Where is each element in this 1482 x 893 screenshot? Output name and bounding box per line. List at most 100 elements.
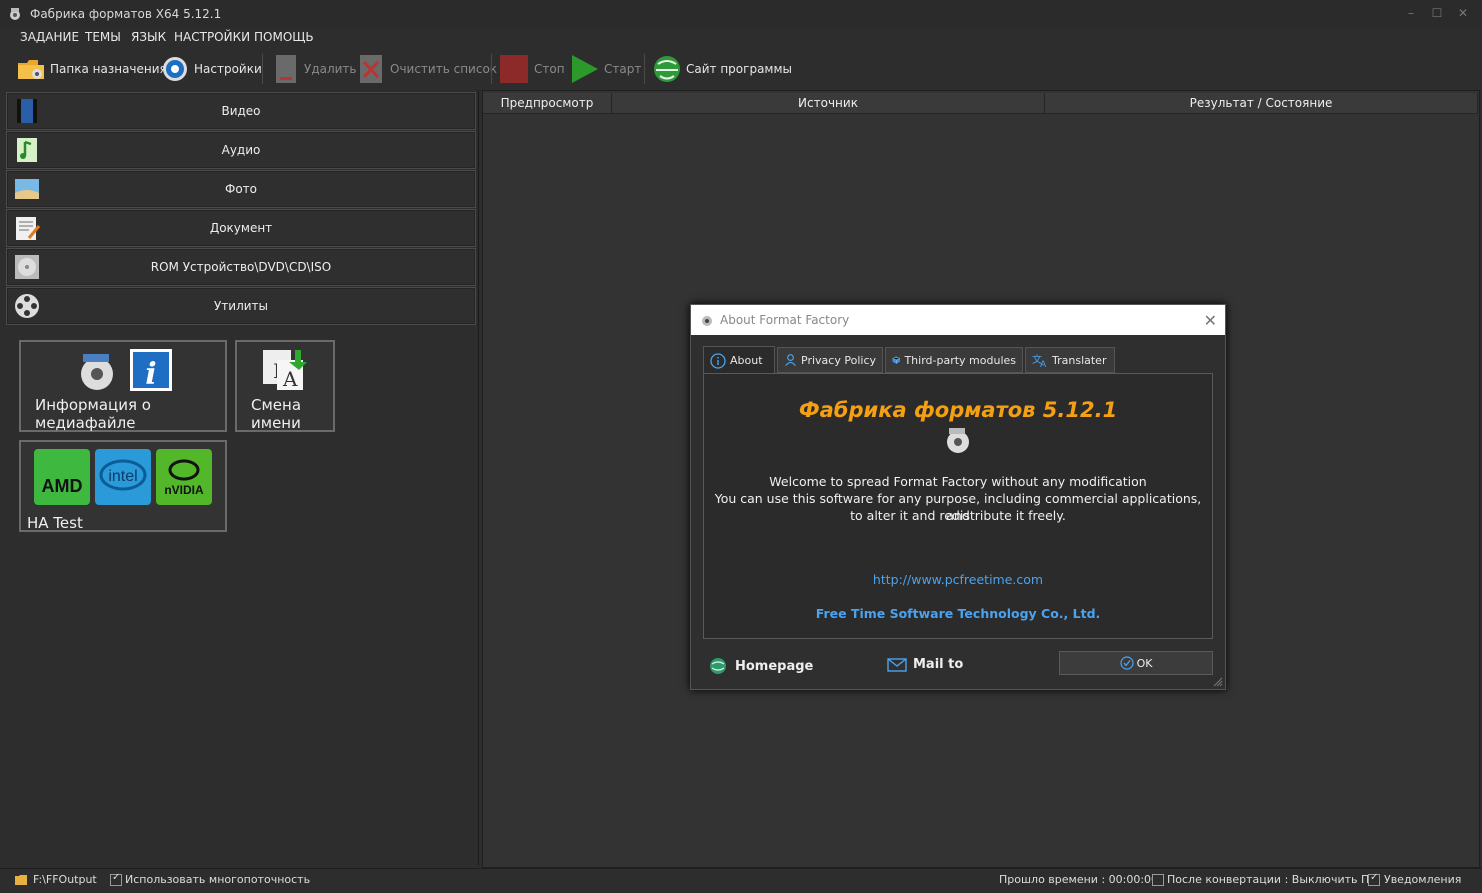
nvidia-logo-text: nVIDIA xyxy=(164,483,204,497)
dest-folder-label: Папка назначения xyxy=(50,62,167,76)
homepage-label: Homepage xyxy=(735,658,814,674)
tab-translater[interactable]: 文A Translater xyxy=(1025,347,1115,373)
rename-icon: B A xyxy=(263,350,307,391)
format-factory-logo-icon xyxy=(947,428,969,453)
after-convert-checkbox[interactable] xyxy=(1152,874,1164,886)
column-preview-label: Предпросмотр xyxy=(500,96,594,110)
category-document[interactable]: Документ xyxy=(6,209,476,247)
about-content: Фабрика форматов 5.12.1 Welcome to sprea… xyxy=(703,373,1213,639)
ok-button[interactable]: OK xyxy=(1059,651,1213,675)
toolbar-separator xyxy=(262,54,263,84)
category-rom[interactable]: ROM Устройство\DVD\CD\ISO xyxy=(6,248,476,286)
ha-test-tile[interactable]: AMD intel nVIDIA HA Test xyxy=(19,440,227,532)
nvidia-icon: nVIDIA xyxy=(156,449,212,505)
user-icon xyxy=(785,354,796,367)
notifications-label: Уведомления xyxy=(1384,873,1462,886)
mail-icon xyxy=(887,657,907,672)
delete-icon xyxy=(276,55,296,83)
category-audio[interactable]: Аудио xyxy=(6,131,476,169)
amd-icon: AMD xyxy=(34,449,90,505)
tab-privacy-label: Privacy Policy xyxy=(801,353,876,367)
settings-label: Настройки xyxy=(194,62,262,76)
maximize-button[interactable]: ☐ xyxy=(1430,6,1444,20)
mail-to-label: Mail to xyxy=(913,657,964,672)
category-video[interactable]: Видео xyxy=(6,92,476,130)
tab-third-party-label: Third-party modules xyxy=(904,353,1016,367)
translate-icon: 文A xyxy=(1032,353,1047,368)
intel-logo-text: intel xyxy=(108,468,137,485)
info-circle-icon xyxy=(710,352,726,369)
tab-about-label: About xyxy=(730,354,763,367)
category-document-label: Документ xyxy=(209,221,273,235)
ok-label: OK xyxy=(1136,656,1153,670)
output-folder-icon xyxy=(15,875,27,885)
app-name-heading: Фабрика форматов 5.12.1 xyxy=(798,398,1118,422)
delete-label: Удалить xyxy=(304,62,357,76)
settings-button[interactable]: Настройки xyxy=(160,52,262,86)
status-bar: F:\FFOutput Использовать многопоточность… xyxy=(0,868,1482,893)
dialog-titlebar: About Format Factory ✕ xyxy=(691,305,1225,335)
folder-icon xyxy=(18,60,44,79)
toolbar: Папка назначения Настройки Удалить Очист… xyxy=(0,50,1482,88)
check-circle-icon xyxy=(1119,656,1134,670)
tab-about[interactable]: About xyxy=(703,346,775,374)
column-source[interactable]: Источник xyxy=(612,93,1045,114)
multithread-label: Использовать многопоточность xyxy=(125,873,311,886)
after-convert-label: После конвертации : Выключить ПК xyxy=(1167,873,1378,886)
tab-privacy-policy[interactable]: Privacy Policy xyxy=(777,347,883,373)
category-photo[interactable]: Фото xyxy=(6,170,476,208)
homepage-button[interactable]: Homepage xyxy=(709,657,813,675)
category-audio-label: Аудио xyxy=(221,143,261,157)
cube-icon xyxy=(892,356,901,364)
category-utilities-label: Утилиты xyxy=(213,299,269,313)
svg-text:i: i xyxy=(145,357,156,392)
amd-logo-text: AMD xyxy=(42,476,83,496)
website-button[interactable]: Сайт программы xyxy=(652,52,792,86)
category-video-label: Видео xyxy=(221,104,261,118)
category-utilities[interactable]: Утилиты xyxy=(6,287,476,325)
toolbar-separator xyxy=(644,54,645,84)
homepage-globe-icon xyxy=(710,658,726,674)
stop-button[interactable]: Стоп xyxy=(498,52,565,86)
delete-button[interactable]: Удалить xyxy=(274,52,357,86)
rename-label-2: имени xyxy=(251,414,301,432)
output-path[interactable]: F:\FFOutput xyxy=(33,873,97,886)
dialog-close-icon[interactable]: ✕ xyxy=(1204,311,1217,330)
rename-label-1: Смена xyxy=(251,396,302,414)
menu-bar: ЗАДАНИЕ ТЕМЫ ЯЗЫК НАСТРОЙКИ ПОМОЩЬ xyxy=(0,28,1482,48)
play-icon xyxy=(572,55,598,83)
minimize-button[interactable]: – xyxy=(1404,6,1418,20)
notifications-checkbox[interactable] xyxy=(1368,872,1380,886)
stop-icon xyxy=(500,55,528,83)
media-info-label-2: медиафайле xyxy=(35,414,136,432)
website-link[interactable]: http://www.pcfreetime.com xyxy=(704,572,1212,587)
resize-grip-icon[interactable] xyxy=(1213,677,1223,687)
dialog-app-icon xyxy=(702,316,712,326)
about-dialog: About Format Factory ✕ About Privacy Pol… xyxy=(690,304,1226,690)
ha-test-label: HA Test xyxy=(27,514,83,532)
close-window-button[interactable]: ✕ xyxy=(1456,6,1470,20)
window-title: Фабрика форматов X64 5.12.1 xyxy=(30,7,222,21)
tab-third-party[interactable]: Third-party modules xyxy=(885,347,1023,373)
column-preview[interactable]: Предпросмотр xyxy=(483,93,612,114)
svg-text:A: A xyxy=(282,367,298,391)
menu-settings[interactable]: НАСТРОЙКИ xyxy=(174,30,250,44)
clear-list-label: Очистить список xyxy=(390,62,498,76)
multithread-checkbox[interactable] xyxy=(110,872,122,886)
dest-folder-button[interactable]: Папка назначения xyxy=(16,52,167,86)
info-icon: i xyxy=(130,349,172,392)
menu-language[interactable]: ЯЗЫК xyxy=(131,30,166,44)
welcome-line-1: Welcome to spread Format Factory without… xyxy=(769,474,1147,489)
app-logo-icon xyxy=(10,8,20,20)
start-button[interactable]: Старт xyxy=(570,52,641,86)
menu-task[interactable]: ЗАДАНИЕ xyxy=(20,30,79,44)
column-result[interactable]: Результат / Состояние xyxy=(1045,93,1478,114)
clear-list-button[interactable]: Очистить список xyxy=(358,52,497,86)
menu-help[interactable]: ПОМОЩЬ xyxy=(254,30,314,44)
rename-tile[interactable]: B A Смена имени xyxy=(235,340,335,432)
menu-themes[interactable]: ТЕМЫ xyxy=(85,30,121,44)
stop-label: Стоп xyxy=(534,62,565,76)
title-bar: Фабрика форматов X64 5.12.1 – ☐ ✕ xyxy=(0,0,1482,28)
media-info-tile[interactable]: i Информация о медиафайле xyxy=(19,340,227,432)
mail-to-button[interactable]: Mail to xyxy=(887,657,963,672)
